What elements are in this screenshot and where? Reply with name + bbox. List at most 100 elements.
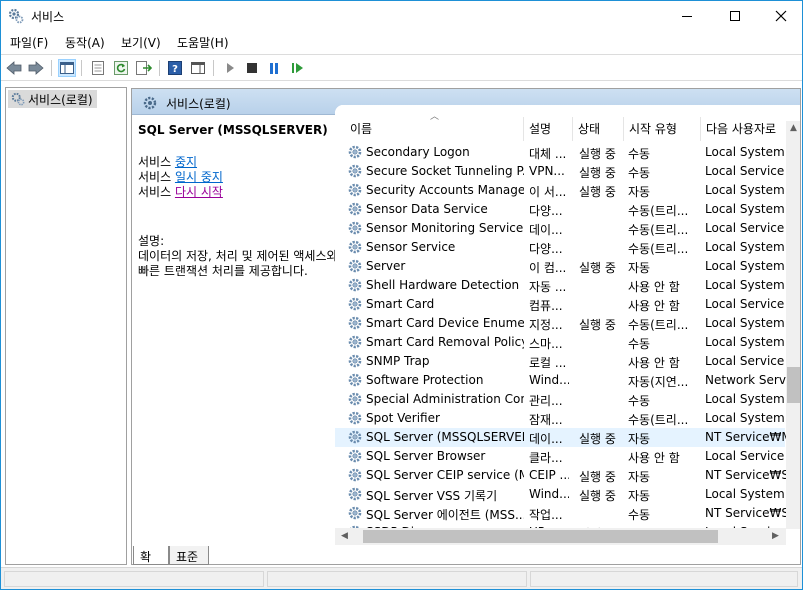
table-row[interactable]: Spot Verifier 잠재... 수동(트리... Local System — [335, 409, 785, 428]
menu-bar: 파일(F) 동작(A) 보기(V) 도움말(H) — [1, 32, 802, 52]
cell-name: Smart Card — [366, 297, 435, 311]
tab-standard[interactable]: 표준 — [169, 546, 209, 565]
cell-description: 데이... — [529, 223, 563, 237]
cell-description: CEIP ... — [529, 468, 569, 482]
svg-text:?: ? — [172, 64, 178, 75]
help-icon: ? — [168, 61, 182, 75]
toolbar-separator — [51, 60, 52, 76]
cell-log-on-as: Local System — [705, 392, 785, 406]
table-row[interactable]: Smart Card Removal Policy 스마... 수동 Local Sy… — [335, 333, 785, 352]
table-row[interactable]: Sensor Data Service 다양... 수동(트리... Local Sy… — [335, 200, 785, 219]
table-row[interactable]: Sensor Service 다양... 수동(트리... Local System — [335, 238, 785, 257]
table-row[interactable]: SQL Server Browser 클라... 사용 안 함 Local Servi… — [335, 447, 785, 466]
table-row[interactable]: SQL Server VSS 기록기 Wind... 실행 중 자동 Local Sys… — [335, 485, 785, 504]
export-list-button[interactable] — [135, 59, 153, 77]
table-row[interactable]: SNMP Trap 로컬 ... 사용 안 함 Local Service — [335, 352, 785, 371]
cell-log-on-as: Local System — [705, 240, 785, 254]
service-icon — [347, 315, 363, 331]
column-header-description[interactable]: 설명 — [524, 120, 572, 140]
cell-startup-type: 수동(트리... — [628, 242, 689, 256]
cell-startup-type: 자동(지연... — [628, 375, 689, 389]
cell-log-on-as: Local Service — [705, 164, 785, 178]
properties-button[interactable] — [89, 59, 107, 77]
table-row[interactable]: Secondary Logon 대체 ... 실행 중 수동 Local System — [335, 143, 785, 162]
stop-service-button[interactable] — [243, 59, 261, 77]
help-button[interactable]: ? — [166, 59, 184, 77]
vertical-scroll-thumb[interactable] — [787, 367, 800, 403]
forward-icon — [28, 61, 44, 75]
scroll-left-icon[interactable]: ◀ — [341, 531, 348, 541]
menu-view[interactable]: 보기(V) — [121, 34, 161, 51]
cell-log-on-as: Local System — [705, 487, 785, 501]
menu-file[interactable]: 파일(F) — [10, 34, 48, 51]
column-header-name[interactable]: 이름 — [345, 120, 523, 140]
stop-service-link[interactable]: 중지 — [175, 155, 197, 169]
tree-item-services-local[interactable]: 서비스(로컬) — [8, 90, 97, 108]
resume-service-button[interactable] — [288, 59, 306, 77]
action-prefix: 서비스 — [138, 185, 175, 199]
service-icon — [347, 144, 363, 160]
table-row[interactable]: Smart Card 컴퓨... 사용 안 함 Local Service — [335, 295, 785, 314]
cell-log-on-as: Local System — [705, 316, 785, 330]
cell-name: Special Administration Con... — [366, 392, 524, 406]
table-row[interactable]: Security Accounts Manager 이 서... 실행 중 자동 Loc… — [335, 181, 785, 200]
table-row[interactable]: SQL Server 에이전트 (MSS... 작업... 수동 NT Service… — [335, 504, 787, 523]
show-console-tree-button[interactable] — [58, 59, 76, 77]
column-header-log-on-as[interactable]: 다음 사용자로 — [701, 120, 791, 140]
cell-log-on-as: NT Service₩M — [705, 430, 787, 444]
status-segment — [4, 571, 264, 587]
cell-log-on-as: Local System — [705, 278, 785, 292]
cell-startup-type: 수동(트리... — [628, 318, 689, 332]
vertical-scrollbar[interactable]: ▲ — [786, 121, 800, 529]
service-icon — [347, 277, 363, 293]
menu-help[interactable]: 도움말(H) — [177, 34, 229, 51]
cell-startup-type: 수동(트리... — [628, 223, 689, 237]
cell-log-on-as: Local System — [705, 411, 785, 425]
horizontal-scrollbar[interactable]: ◀ ▶ — [335, 528, 786, 545]
cell-startup-type: 수동 — [628, 394, 651, 408]
cell-description: 자동 ... — [529, 280, 567, 294]
table-row[interactable]: Shell Hardware Detection 자동 ... 사용 안 함 Loca… — [335, 276, 785, 295]
pause-service-link[interactable]: 일시 중지 — [175, 170, 223, 184]
cell-description: VPN... — [529, 164, 565, 178]
tab-extended[interactable]: 확장 — [133, 546, 169, 581]
resume-service-icon — [291, 63, 303, 73]
table-row[interactable]: Secure Socket Tunneling P... VPN... 실행 중 수동… — [335, 162, 785, 181]
cell-name: Sensor Service — [366, 240, 456, 254]
close-button[interactable] — [758, 1, 803, 31]
action-prefix: 서비스 — [138, 170, 175, 184]
cell-name: SQL Server 에이전트 (MSS... — [366, 508, 524, 522]
toolbar-separator — [81, 60, 82, 76]
table-row[interactable]: Sensor Monitoring Service 데이... 수동(트리... Lo… — [335, 219, 785, 238]
cell-startup-type: 사용 안 함 — [628, 299, 680, 313]
start-service-button[interactable] — [221, 59, 239, 77]
services-list: ︿ 이름 설명 상태 시작 유형 다음 사용자로 Secondary Logon… — [335, 105, 800, 545]
restart-service-link[interactable]: 다시 시작 — [175, 185, 223, 199]
scroll-up-icon[interactable]: ▲ — [790, 123, 797, 133]
table-row[interactable]: Server 이 컴... 실행 중 자동 Local System — [335, 257, 785, 276]
table-row[interactable]: Smart Card Device Enumer... 지정... 실행 중 수동(트… — [335, 314, 785, 333]
cell-startup-type: 자동 — [628, 261, 651, 275]
cell-startup-type: 수동 — [628, 147, 651, 161]
scroll-right-icon[interactable]: ▶ — [772, 531, 779, 541]
column-header-status[interactable]: 상태 — [573, 120, 623, 140]
horizontal-scroll-thumb[interactable] — [363, 530, 718, 543]
show-hide-action-pane-button[interactable] — [189, 59, 207, 77]
show-hide-action-pane-icon — [191, 62, 205, 74]
service-actions: 서비스 중지 서비스 일시 중지 서비스 다시 시작 — [138, 155, 336, 200]
refresh-button[interactable] — [112, 59, 130, 77]
table-row[interactable]: Special Administration Con... 관리... 수동 Loca… — [335, 390, 785, 409]
cell-description: 스마... — [529, 337, 563, 351]
table-row[interactable]: Software Protection Wind... 자동(지연... Networ… — [335, 371, 787, 390]
minimize-button[interactable] — [664, 1, 710, 31]
back-button[interactable] — [5, 59, 23, 77]
table-row[interactable]: SQL Server (MSSQLSERVER) 데이... 실행 중 자동 NT Se… — [335, 428, 787, 447]
cell-description: 이 컴... — [529, 261, 567, 275]
menu-action[interactable]: 동작(A) — [65, 34, 105, 51]
forward-button[interactable] — [27, 59, 45, 77]
pause-service-button[interactable] — [265, 59, 283, 77]
maximize-button[interactable] — [712, 1, 758, 31]
table-row[interactable]: SQL Server CEIP service (M... CEIP ... 실행 … — [335, 466, 787, 485]
cell-log-on-as: Local System — [705, 335, 785, 349]
column-header-startup-type[interactable]: 시작 유형 — [624, 120, 700, 140]
